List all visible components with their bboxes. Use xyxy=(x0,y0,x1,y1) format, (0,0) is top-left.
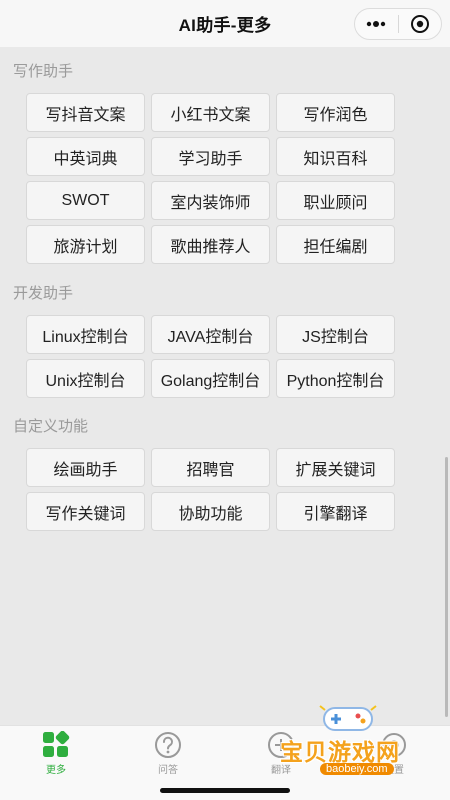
section-title-writing: 写作助手 xyxy=(13,63,74,80)
feature-button[interactable]: 写抖音文案 xyxy=(26,93,145,132)
feature-button[interactable]: JS控制台 xyxy=(276,315,395,354)
feature-button[interactable]: 写作关键词 xyxy=(26,492,145,531)
section-title-custom: 自定义功能 xyxy=(13,418,89,435)
feature-button[interactable]: 写作润色 xyxy=(276,93,395,132)
nav-header: AI助手-更多 xyxy=(0,0,450,47)
main-content[interactable]: 写作助手 写抖音文案 小红书文案 写作润色 中英词典 学习助手 知识百科 SWO… xyxy=(0,47,450,725)
feature-button[interactable]: 担任编剧 xyxy=(276,225,395,264)
grid-icon xyxy=(43,731,70,757)
feature-button[interactable]: 招聘官 xyxy=(151,448,270,487)
feature-button[interactable]: 学习助手 xyxy=(151,137,270,176)
page-title: AI助手-更多 xyxy=(178,16,272,35)
feature-button[interactable]: 职业顾问 xyxy=(276,181,395,220)
tab-label: 问答 xyxy=(158,765,178,776)
watermark-url: baobeiy.com xyxy=(320,763,394,775)
gamepad-icon xyxy=(319,705,377,731)
feature-button[interactable]: 旅游计划 xyxy=(26,225,145,264)
feature-button[interactable]: 知识百科 xyxy=(276,137,395,176)
miniprogram-capsule xyxy=(354,8,442,40)
feature-button[interactable]: Golang控制台 xyxy=(151,359,270,398)
more-dots-icon xyxy=(367,21,386,27)
tab-label: 更多 xyxy=(46,765,66,776)
feature-button[interactable]: 中英词典 xyxy=(26,137,145,176)
feature-button[interactable]: Linux控制台 xyxy=(26,315,145,354)
watermark-text: 宝贝游戏网 xyxy=(280,739,400,765)
feature-button[interactable]: 歌曲推荐人 xyxy=(151,225,270,264)
writing-grid: 写抖音文案 小红书文案 写作润色 中英词典 学习助手 知识百科 SWOT 室内装… xyxy=(26,93,395,264)
feature-button[interactable]: SWOT xyxy=(26,181,145,220)
tab-more[interactable]: 更多 xyxy=(26,731,86,776)
more-options-button[interactable] xyxy=(355,9,398,39)
question-icon xyxy=(155,732,181,758)
close-miniprogram-button[interactable] xyxy=(398,9,441,39)
scrollbar-thumb[interactable] xyxy=(445,457,448,717)
custom-grid: 绘画助手 招聘官 扩展关键词 写作关键词 协助功能 引擎翻译 xyxy=(26,448,395,531)
target-circle-icon xyxy=(410,15,429,33)
feature-button[interactable]: 室内装饰师 xyxy=(151,181,270,220)
section-title-dev: 开发助手 xyxy=(13,285,74,302)
feature-button[interactable]: Unix控制台 xyxy=(26,359,145,398)
feature-button[interactable]: JAVA控制台 xyxy=(151,315,270,354)
watermark-logo: 宝贝游戏网 baobeiy.com xyxy=(270,698,430,783)
feature-button[interactable]: 绘画助手 xyxy=(26,448,145,487)
dev-grid: Linux控制台 JAVA控制台 JS控制台 Unix控制台 Golang控制台… xyxy=(26,315,395,398)
feature-button[interactable]: 扩展关键词 xyxy=(276,448,395,487)
home-indicator xyxy=(160,788,290,793)
feature-button[interactable]: 小红书文案 xyxy=(151,93,270,132)
tab-qa[interactable]: 问答 xyxy=(138,731,198,776)
feature-button[interactable]: 引擎翻译 xyxy=(276,492,395,531)
feature-button[interactable]: 协助功能 xyxy=(151,492,270,531)
feature-button[interactable]: Python控制台 xyxy=(276,359,395,398)
